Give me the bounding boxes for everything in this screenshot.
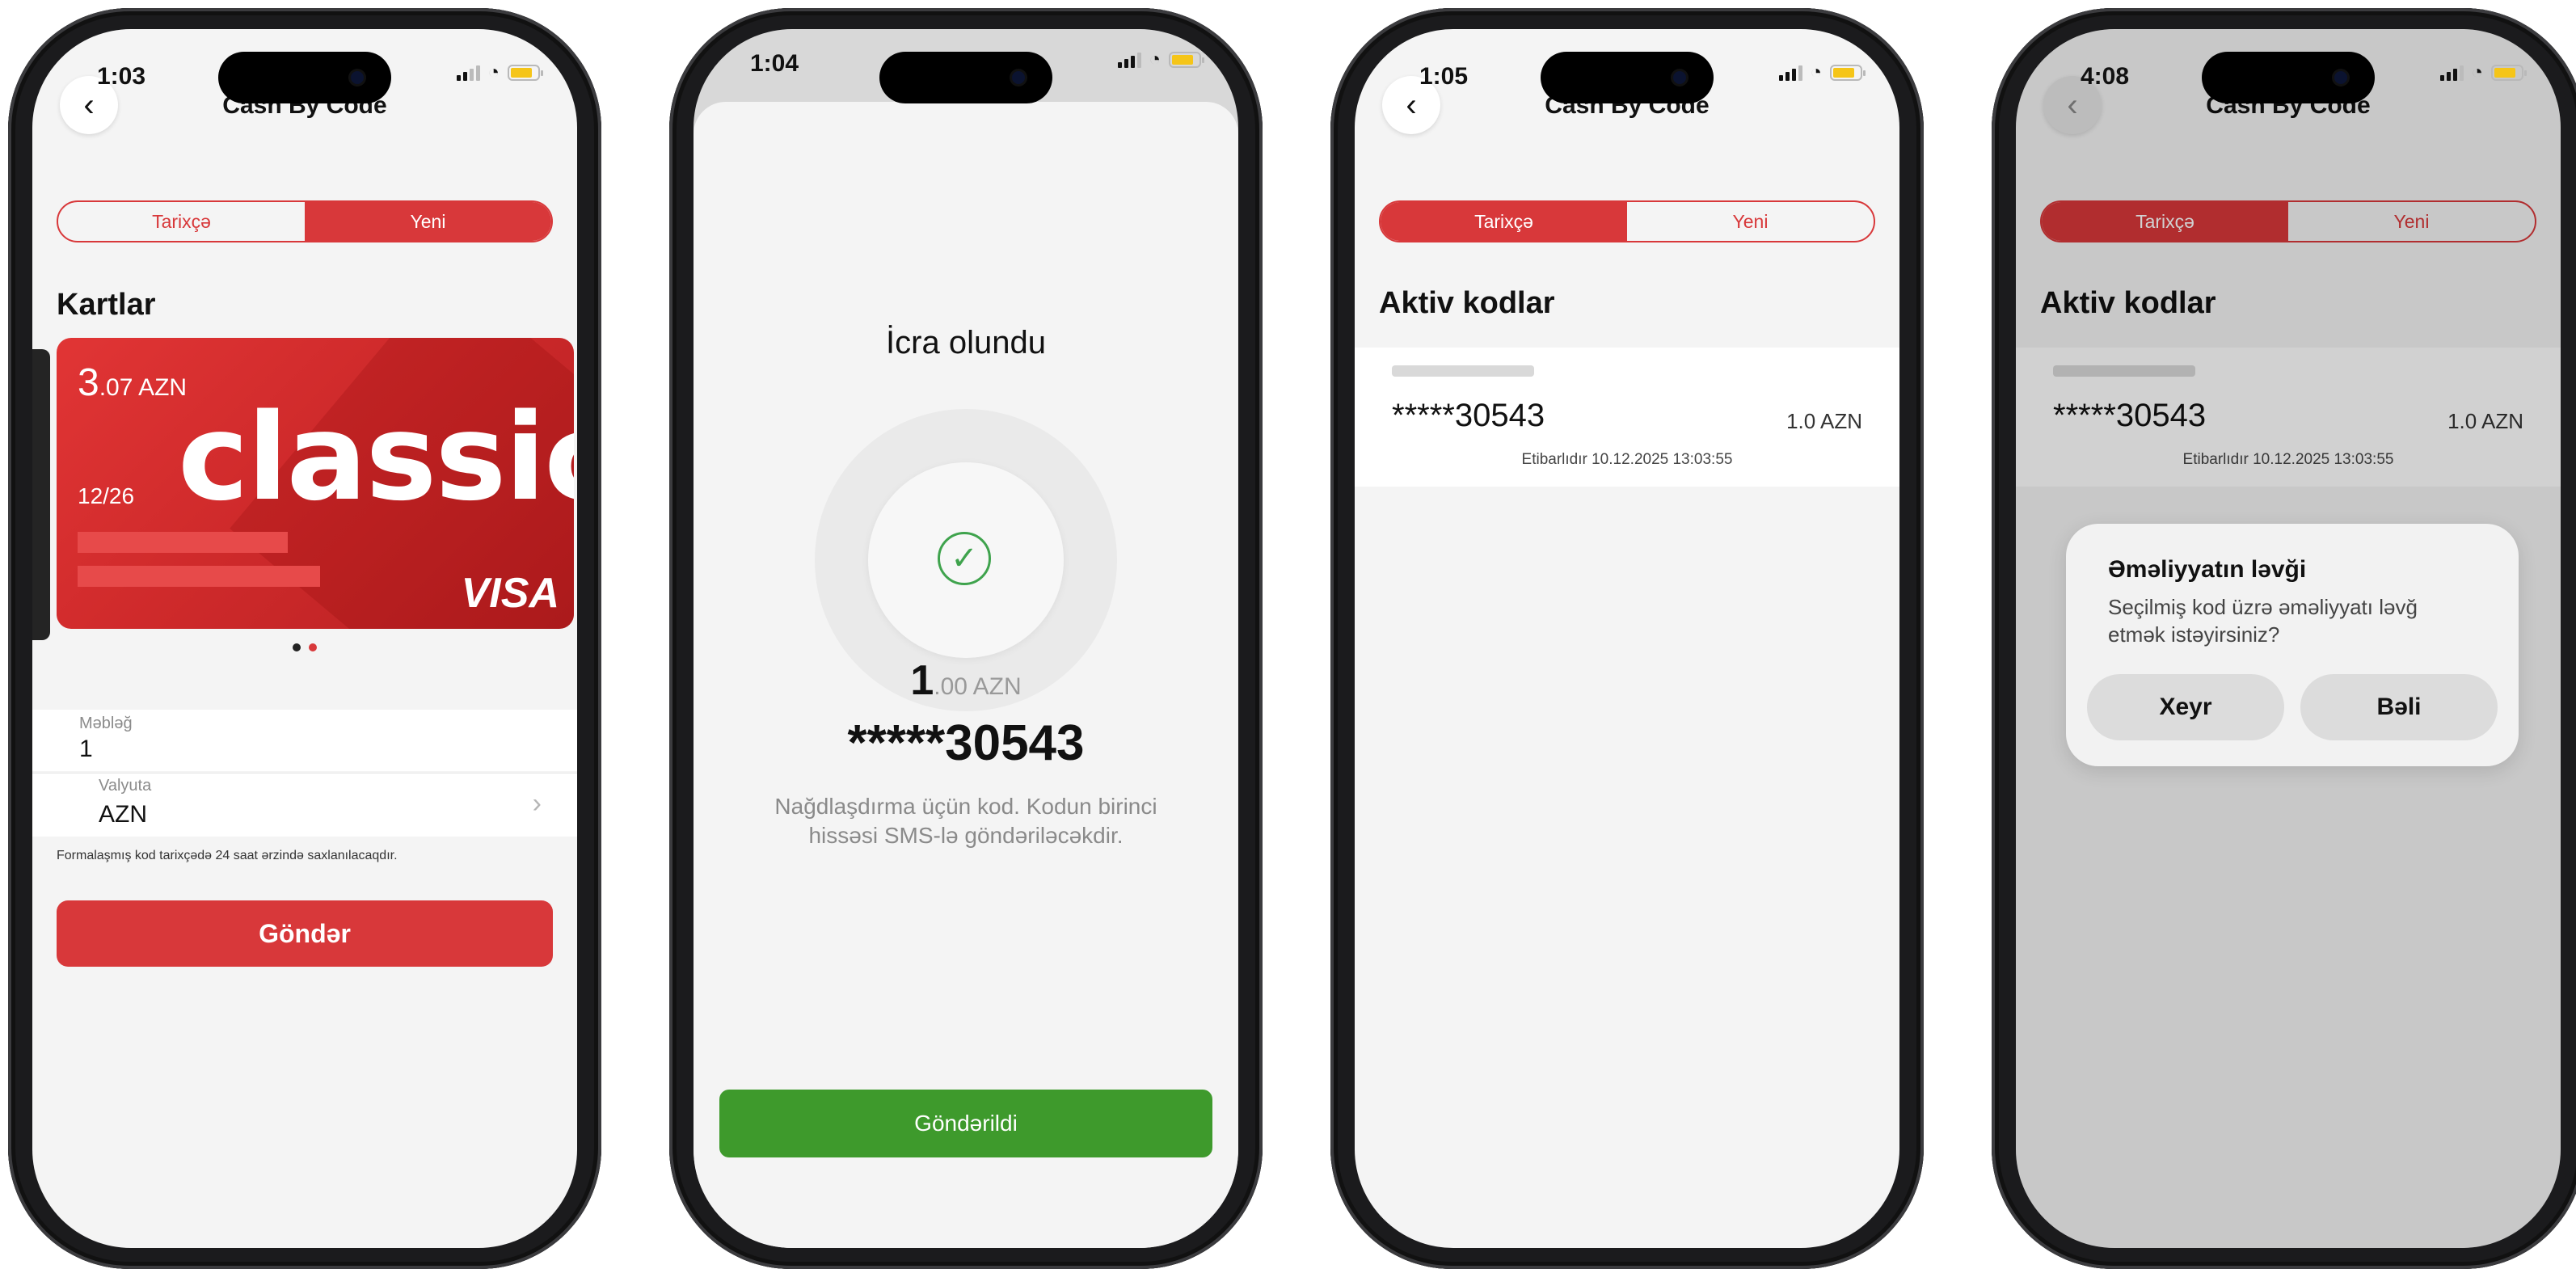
wifi-icon: ◔ <box>487 61 500 83</box>
result-code: *****30543 <box>847 715 1085 771</box>
status-time: 4:08 <box>2081 63 2130 90</box>
section-title: Aktiv kodlar <box>1379 286 1555 320</box>
status-time: 1:03 <box>97 63 146 90</box>
signal-icon <box>1778 65 1802 81</box>
battery-icon <box>2491 65 2527 81</box>
dynamic-island <box>879 52 1052 103</box>
dialog-title: Əməliyyatın ləvği <box>2108 556 2307 583</box>
amount-value[interactable]: 1 <box>79 736 93 763</box>
status-icons: ◔ <box>1778 61 1866 83</box>
wifi-icon: ◔ <box>1149 48 1162 70</box>
amount-label: Məbləğ <box>79 715 133 732</box>
dialog-cancel-button[interactable]: Xeyr <box>2087 674 2284 740</box>
screen-active-codes: 1:05 ◔ ‹ Cash By Code Tarixçə Yeni Aktiv… <box>1355 29 1899 1248</box>
screen-success: 1:04 ◔ İcra olundu ✓ 1.00 AZN *****30543… <box>694 29 1238 1248</box>
dynamic-island <box>2202 52 2375 103</box>
chevron-right-icon: › <box>532 788 542 819</box>
phone-frame-4: 4:08 ◔ ‹ Cash By Code Tarixçə Yeni Aktiv… <box>1992 8 2576 1269</box>
status-icons: ◔ <box>2439 61 2527 83</box>
phone-frame-1: 1:03 ◔ ‹ Cash By Code Tarixçə Yeni Kartl… <box>8 8 601 1269</box>
code-validity: Etibarlıdır 10.12.2025 13:03:55 <box>1521 451 1733 468</box>
wifi-icon: ◔ <box>2471 61 2484 83</box>
screen-new-code: 1:03 ◔ ‹ Cash By Code Tarixçə Yeni Kartl… <box>32 29 577 1248</box>
phone-frame-2: 1:04 ◔ İcra olundu ✓ 1.00 AZN *****30543… <box>669 8 1263 1269</box>
currency-value: AZN <box>99 801 147 828</box>
signal-icon <box>1117 52 1141 68</box>
result-sheet: İcra olundu ✓ 1.00 AZN *****30543 Nağdla… <box>694 102 1238 1248</box>
dialog-message: Seçilmiş kod üzrə əməliyyatı ləvğ etmək … <box>2108 595 2418 647</box>
result-title: İcra olundu <box>886 325 1046 360</box>
wifi-icon: ◔ <box>1810 61 1823 83</box>
hint-text: Formalaşmış kod tarixçədə 24 saat ərzind… <box>57 849 398 862</box>
battery-icon <box>1169 52 1204 68</box>
code-list-item[interactable]: *****30543 1.0 AZN Etibarlıdır 10.12.202… <box>1355 348 1899 487</box>
tab-switcher: Tarixçə Yeni <box>57 200 553 242</box>
masked-card-number <box>78 532 288 553</box>
masked-card-holder <box>78 566 320 587</box>
tab-new[interactable]: Yeni <box>1627 202 1874 241</box>
dynamic-island <box>1541 52 1714 103</box>
send-button[interactable]: Göndər <box>57 900 553 967</box>
pager-dot-active[interactable] <box>309 643 317 651</box>
tab-history[interactable]: Tarixçə <box>1381 202 1627 241</box>
currency-label: Valyuta <box>99 777 152 795</box>
card-balance: 3.07 AZN <box>78 361 188 404</box>
status-icons: ◔ <box>456 61 543 83</box>
cancel-dialog: Əməliyyatın ləvği Seçilmiş kod üzrə əməl… <box>2066 524 2519 766</box>
checkmark-icon: ✓ <box>938 532 991 585</box>
battery-icon <box>508 65 543 81</box>
status-icons: ◔ <box>1117 48 1204 70</box>
section-title: Kartlar <box>57 288 156 322</box>
signal-icon <box>2439 65 2464 81</box>
card-peek-previous[interactable] <box>32 349 50 640</box>
code-value: *****30543 <box>1392 398 1545 433</box>
signal-icon <box>456 65 480 81</box>
pager-dot[interactable] <box>293 643 301 651</box>
tab-new[interactable]: Yeni <box>305 202 551 241</box>
result-amount: 1.00 AZN <box>910 657 1022 704</box>
card-expiry: 12/26 <box>78 483 135 508</box>
blurred-label <box>1392 365 1534 377</box>
phone-frame-3: 1:05 ◔ ‹ Cash By Code Tarixçə Yeni Aktiv… <box>1330 8 1924 1269</box>
sent-button[interactable]: Göndərildi <box>719 1090 1212 1157</box>
status-time: 1:04 <box>750 50 799 77</box>
result-message: Nağdlaşdırma üçün kod. Kodun birinci his… <box>774 794 1157 848</box>
battery-icon <box>1830 65 1866 81</box>
dynamic-island <box>218 52 391 103</box>
amount-field[interactable]: Məbləğ 1 <box>32 710 577 771</box>
card-brand: classic <box>178 388 574 527</box>
tab-history[interactable]: Tarixçə <box>58 202 305 241</box>
card-pager <box>32 643 577 651</box>
card-network-logo: VISA <box>461 570 559 617</box>
bank-card[interactable]: 3.07 AZN classic 12/26 VISA <box>57 338 574 629</box>
dialog-confirm-button[interactable]: Bəli <box>2300 674 2498 740</box>
tab-switcher: Tarixçə Yeni <box>1379 200 1875 242</box>
screen-cancel-dialog: 4:08 ◔ ‹ Cash By Code Tarixçə Yeni Aktiv… <box>2016 29 2561 1248</box>
status-time: 1:05 <box>1419 63 1469 90</box>
code-amount: 1.0 AZN <box>1786 409 1862 433</box>
currency-field[interactable]: Valyuta AZN › <box>32 773 577 837</box>
